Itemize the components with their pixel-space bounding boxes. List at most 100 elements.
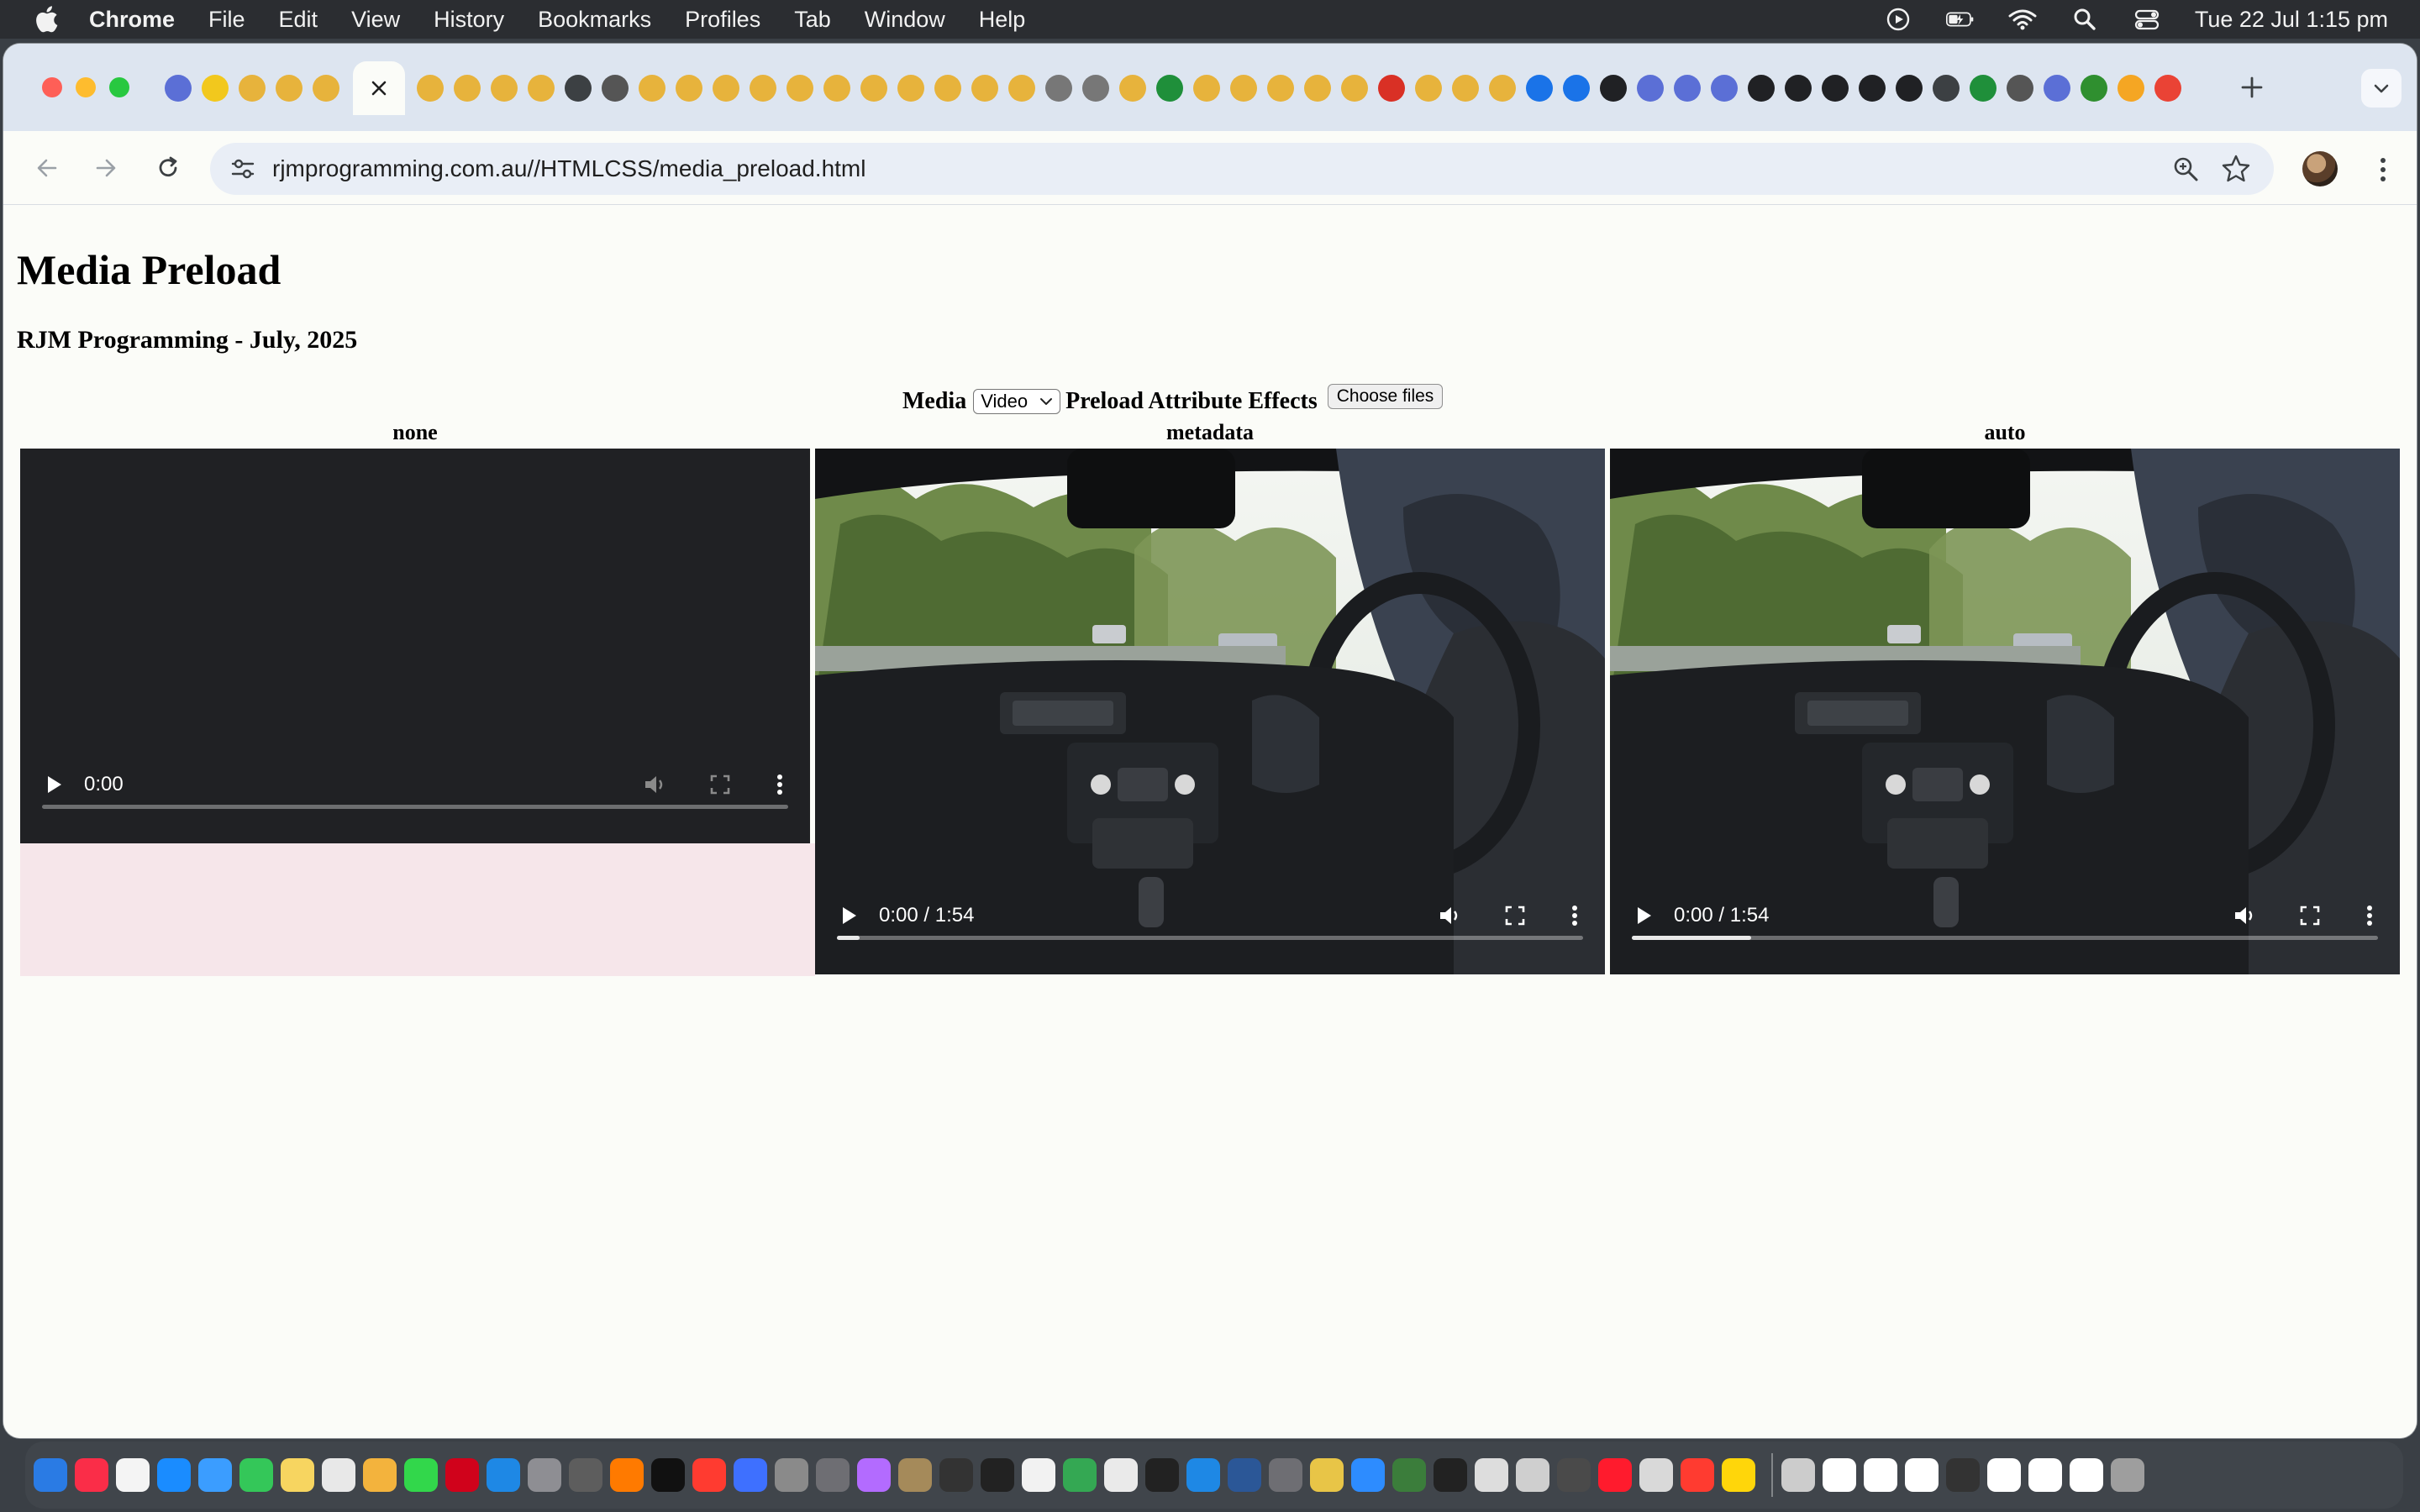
- tab-favicon[interactable]: [1341, 75, 1368, 102]
- tab-favicon[interactable]: [1045, 75, 1072, 102]
- dock-app-icon[interactable]: [1228, 1458, 1261, 1492]
- dock-app-icon[interactable]: [1781, 1458, 1815, 1492]
- tab-favicon[interactable]: [2154, 75, 2181, 102]
- dock-app-icon[interactable]: [692, 1458, 726, 1492]
- tab-favicon[interactable]: [1489, 75, 1516, 102]
- dock-app-icon[interactable]: [1351, 1458, 1385, 1492]
- dock-app-icon[interactable]: [1104, 1458, 1138, 1492]
- tab-favicon[interactable]: [676, 75, 702, 102]
- dock-app-icon[interactable]: [1392, 1458, 1426, 1492]
- dock-app-icon[interactable]: [1987, 1458, 2021, 1492]
- dock-app-icon[interactable]: [981, 1458, 1014, 1492]
- tab-favicon[interactable]: [1600, 75, 1627, 102]
- volume-icon[interactable]: [642, 772, 667, 797]
- tab-favicon[interactable]: [565, 75, 592, 102]
- tab-favicon[interactable]: [1267, 75, 1294, 102]
- volume-icon[interactable]: [1437, 903, 1462, 928]
- tab-favicon[interactable]: [1193, 75, 1220, 102]
- zoom-icon[interactable]: [2171, 155, 2200, 183]
- tab-favicon[interactable]: [1637, 75, 1664, 102]
- play-icon[interactable]: [837, 904, 860, 927]
- tab-favicon[interactable]: [1156, 75, 1183, 102]
- tab-favicon[interactable]: [2007, 75, 2033, 102]
- fullscreen-window-button[interactable]: [109, 77, 129, 97]
- fullscreen-icon[interactable]: [1502, 903, 1528, 928]
- menu-app-name[interactable]: Chrome: [89, 7, 175, 33]
- dock-app-icon[interactable]: [898, 1458, 932, 1492]
- minimize-window-button[interactable]: [76, 77, 96, 97]
- tab-favicon[interactable]: [2081, 75, 2107, 102]
- dock-app-icon[interactable]: [75, 1458, 108, 1492]
- dock-app-icon[interactable]: [1722, 1458, 1755, 1492]
- dock-app-icon[interactable]: [1022, 1458, 1055, 1492]
- dock-app-icon[interactable]: [34, 1458, 67, 1492]
- dock-app-icon[interactable]: [1557, 1458, 1591, 1492]
- tab-favicon[interactable]: [750, 75, 776, 102]
- tab-favicon[interactable]: [1822, 75, 1849, 102]
- dock-app-icon[interactable]: [1681, 1458, 1714, 1492]
- forward-button[interactable]: [87, 150, 124, 186]
- menu-history[interactable]: History: [434, 7, 504, 33]
- dock-app-icon[interactable]: [445, 1458, 479, 1492]
- tab-favicon[interactable]: [1378, 75, 1405, 102]
- dock-app-icon[interactable]: [528, 1458, 561, 1492]
- dock-app-icon[interactable]: [363, 1458, 397, 1492]
- profile-avatar[interactable]: [2302, 151, 2338, 186]
- video-player-metadata[interactable]: 0:00 / 1:54: [815, 449, 1605, 974]
- dock-app-icon[interactable]: [2028, 1458, 2062, 1492]
- tab-favicon[interactable]: [1304, 75, 1331, 102]
- dock-app-icon[interactable]: [1823, 1458, 1856, 1492]
- control-center-icon[interactable]: [2133, 7, 2161, 32]
- choose-files-button[interactable]: Choose files: [1327, 384, 1444, 409]
- video-player-auto[interactable]: 0:00 / 1:54: [1610, 449, 2400, 974]
- dock-app-icon[interactable]: [775, 1458, 808, 1492]
- dock-app-icon[interactable]: [610, 1458, 644, 1492]
- dock-app-icon[interactable]: [1905, 1458, 1939, 1492]
- dock-app-icon[interactable]: [322, 1458, 355, 1492]
- more-options-icon[interactable]: [1570, 903, 1580, 928]
- tab-favicon[interactable]: [1748, 75, 1775, 102]
- reload-button[interactable]: [150, 150, 187, 186]
- tab-favicon[interactable]: [1082, 75, 1109, 102]
- dock-app-icon[interactable]: [239, 1458, 273, 1492]
- menubar-clock[interactable]: Tue 22 Jul 1:15 pm: [2195, 7, 2388, 33]
- dock-app-icon[interactable]: [1269, 1458, 1302, 1492]
- tab-favicon[interactable]: [639, 75, 666, 102]
- tab-favicon[interactable]: [1933, 75, 1960, 102]
- video-progress-bar[interactable]: [837, 936, 1583, 940]
- dock-app-icon[interactable]: [1310, 1458, 1344, 1492]
- dock-app-icon[interactable]: [281, 1458, 314, 1492]
- tab-favicon[interactable]: [165, 75, 192, 102]
- video-progress-bar[interactable]: [42, 805, 788, 809]
- chrome-menu-button[interactable]: [2368, 153, 2398, 186]
- menu-window[interactable]: Window: [865, 7, 945, 33]
- tab-favicon[interactable]: [313, 75, 339, 102]
- tab-favicon[interactable]: [897, 75, 924, 102]
- tab-favicon[interactable]: [2118, 75, 2144, 102]
- menu-help[interactable]: Help: [979, 7, 1026, 33]
- tab-favicon[interactable]: [1674, 75, 1701, 102]
- tab-favicon[interactable]: [823, 75, 850, 102]
- battery-icon[interactable]: [1945, 7, 1975, 32]
- video-progress-bar[interactable]: [1632, 936, 2378, 940]
- new-tab-button[interactable]: [2235, 71, 2269, 104]
- site-settings-icon[interactable]: [229, 155, 257, 183]
- play-icon[interactable]: [42, 773, 66, 796]
- dock-app-icon[interactable]: [1186, 1458, 1220, 1492]
- dock-app-icon[interactable]: [1434, 1458, 1467, 1492]
- tab-favicon[interactable]: [417, 75, 444, 102]
- dock-app-icon[interactable]: [487, 1458, 520, 1492]
- dock-app-icon[interactable]: [1598, 1458, 1632, 1492]
- dock-app-icon[interactable]: [1475, 1458, 1508, 1492]
- tab-favicon[interactable]: [1563, 75, 1590, 102]
- volume-icon[interactable]: [2232, 903, 2257, 928]
- wifi-icon[interactable]: [2008, 7, 2037, 32]
- dock-app-icon[interactable]: [734, 1458, 767, 1492]
- more-options-icon[interactable]: [2365, 903, 2375, 928]
- menu-edit[interactable]: Edit: [279, 7, 318, 33]
- tab-favicon[interactable]: [934, 75, 961, 102]
- dock-app-icon[interactable]: [651, 1458, 685, 1492]
- dock-app-icon[interactable]: [1946, 1458, 1980, 1492]
- close-window-button[interactable]: [42, 77, 62, 97]
- tab-favicon[interactable]: [1230, 75, 1257, 102]
